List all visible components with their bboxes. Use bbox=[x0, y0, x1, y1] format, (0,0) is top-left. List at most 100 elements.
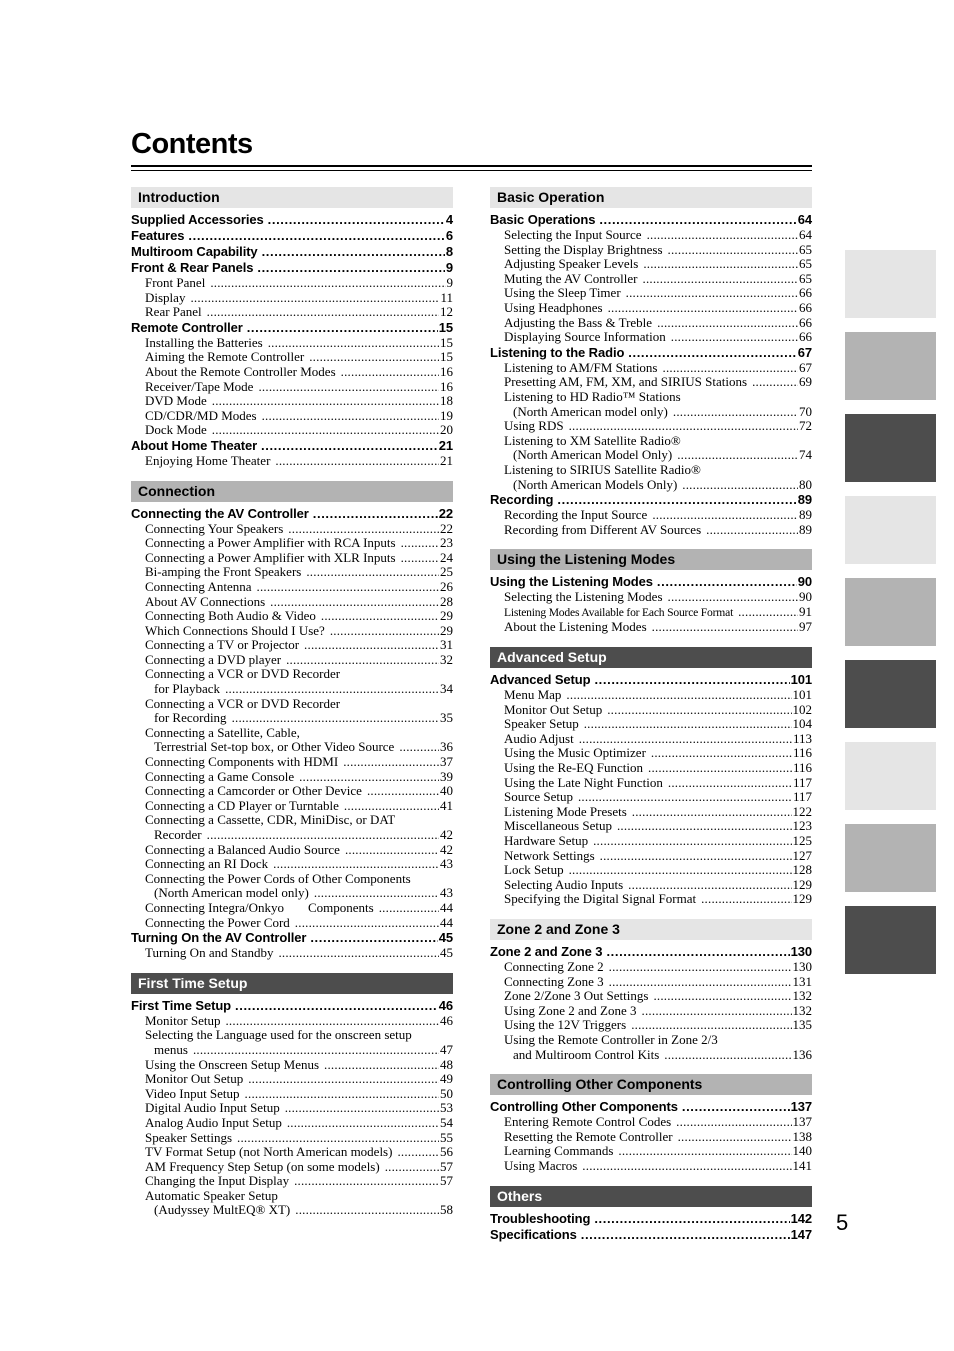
toc-subentry[interactable]: Using Macros 141 bbox=[490, 1158, 812, 1174]
toc-subentry[interactable]: Turning On and Standby 45 bbox=[131, 946, 453, 961]
toc-subentry[interactable]: Muting the AV Controller 65 bbox=[490, 271, 812, 287]
toc-subentry[interactable]: Listening Mode Presets 122 bbox=[490, 804, 812, 820]
toc-subentry[interactable]: Network Settings 127 bbox=[490, 848, 812, 864]
toc-subentry[interactable]: Adjusting the Bass & Treble 66 bbox=[490, 315, 812, 331]
toc-subentry[interactable]: Learning Commands 140 bbox=[490, 1144, 812, 1159]
toc-subentry[interactable]: Dock Mode 20 bbox=[131, 423, 453, 438]
toc-subentry[interactable]: Source Setup 117 bbox=[490, 790, 812, 805]
toc-subentry[interactable]: Zone 2/Zone 3 Out Settings 132 bbox=[490, 989, 812, 1004]
toc-subentry[interactable]: menus 47 bbox=[131, 1042, 453, 1058]
toc-chapter-entry[interactable]: Listening to the Radio 67 bbox=[490, 345, 812, 361]
toc-subentry[interactable]: Receiver/Tape Mode 16 bbox=[131, 379, 453, 395]
toc-subentry[interactable]: Changing the Input Display 57 bbox=[131, 1174, 453, 1189]
toc-subentry[interactable]: About AV Connections 28 bbox=[131, 594, 453, 610]
toc-chapter-entry[interactable]: Features 6 bbox=[131, 228, 453, 244]
toc-subentry[interactable]: Digital Audio Input Setup 53 bbox=[131, 1101, 453, 1116]
toc-chapter-entry[interactable]: Advanced Setup 101 bbox=[490, 672, 812, 688]
toc-subentry[interactable]: Menu Map 101 bbox=[490, 687, 812, 703]
toc-subentry[interactable]: CD/CDR/MD Modes 19 bbox=[131, 408, 453, 424]
toc-subentry[interactable]: Connecting Antenna 26 bbox=[131, 579, 453, 595]
toc-subentry[interactable]: Using Headphones 66 bbox=[490, 300, 812, 316]
toc-subentry[interactable]: Connecting an RI Dock 43 bbox=[131, 857, 453, 872]
toc-subentry[interactable]: (North American model only) 43 bbox=[131, 886, 453, 901]
toc-subentry[interactable]: Connecting Both Audio & Video 29 bbox=[131, 608, 453, 624]
toc-subentry[interactable]: Which Connections Should I Use? 29 bbox=[131, 623, 453, 639]
toc-subentry[interactable]: Connecting the Power Cord 44 bbox=[131, 915, 453, 931]
chapter-tab[interactable] bbox=[845, 332, 936, 400]
toc-subentry[interactable]: Monitor Out Setup 102 bbox=[490, 702, 812, 718]
toc-subentry[interactable]: Recorder 42 bbox=[131, 827, 453, 843]
chapter-tab[interactable] bbox=[845, 824, 936, 892]
toc-subentry[interactable]: Terrestrial Set-top box, or Other Video … bbox=[131, 740, 453, 755]
toc-subentry[interactable]: Recording from Different AV Sources 89 bbox=[490, 522, 812, 538]
toc-subentry[interactable]: Using the Music Optimizer 116 bbox=[490, 746, 812, 761]
toc-chapter-entry[interactable]: Recording 89 bbox=[490, 492, 812, 508]
toc-subentry[interactable]: Specifying the Digital Signal Format 129 bbox=[490, 892, 812, 907]
toc-subentry[interactable]: Adjusting Speaker Levels 65 bbox=[490, 257, 812, 272]
toc-subentry[interactable]: Hardware Setup 125 bbox=[490, 833, 812, 849]
toc-subentry[interactable]: Audio Adjust 113 bbox=[490, 731, 812, 747]
toc-subentry[interactable]: Rear Panel 12 bbox=[131, 305, 453, 320]
toc-chapter-entry[interactable]: Connecting the AV Controller 22 bbox=[131, 506, 453, 522]
chapter-tab[interactable] bbox=[845, 496, 936, 564]
toc-chapter-entry[interactable]: Basic Operations 64 bbox=[490, 212, 812, 228]
chapter-tab[interactable] bbox=[845, 906, 936, 974]
toc-subentry[interactable]: About the Remote Controller Modes 16 bbox=[131, 364, 453, 380]
toc-subentry[interactable]: Connecting a Power Amplifier with RCA In… bbox=[131, 536, 453, 551]
toc-subentry[interactable]: Bi-amping the Front Speakers 25 bbox=[131, 565, 453, 580]
toc-subentry[interactable]: Connecting a Camcorder or Other Device 40 bbox=[131, 784, 453, 799]
toc-subentry[interactable]: TV Format Setup (not North American mode… bbox=[131, 1144, 453, 1160]
toc-subentry[interactable]: Using Zone 2 and Zone 3 132 bbox=[490, 1003, 812, 1019]
toc-chapter-entry[interactable]: Specifications 147 bbox=[490, 1227, 812, 1243]
toc-chapter-entry[interactable]: Using the Listening Modes 90 bbox=[490, 574, 812, 590]
chapter-tab[interactable] bbox=[845, 578, 936, 646]
toc-subentry[interactable]: Recording the Input Source 89 bbox=[490, 507, 812, 523]
chapter-tab[interactable] bbox=[845, 250, 936, 318]
toc-subentry[interactable]: Presetting AM, FM, XM, and SIRIUS Statio… bbox=[490, 375, 812, 390]
toc-subentry[interactable]: Monitor Setup 46 bbox=[131, 1013, 453, 1029]
toc-subentry[interactable]: and Multiroom Control Kits 136 bbox=[490, 1047, 812, 1063]
toc-subentry[interactable]: Selecting the Input Source 64 bbox=[490, 227, 812, 243]
toc-subentry[interactable]: Lock Setup 128 bbox=[490, 863, 812, 878]
toc-subentry[interactable]: Connecting a DVD player 32 bbox=[131, 652, 453, 668]
toc-subentry[interactable]: Setting the Display Brightness 65 bbox=[490, 242, 812, 258]
toc-subentry[interactable]: Using the Re-EQ Function 116 bbox=[490, 760, 812, 776]
toc-subentry[interactable]: Connecting a Balanced Audio Source 42 bbox=[131, 842, 453, 858]
toc-subentry[interactable]: About the Listening Modes 97 bbox=[490, 620, 812, 635]
toc-chapter-entry[interactable]: Front & Rear Panels 9 bbox=[131, 260, 453, 276]
toc-subentry[interactable]: Miscellaneous Setup 123 bbox=[490, 819, 812, 834]
toc-subentry[interactable]: Connecting Your Speakers 22 bbox=[131, 521, 453, 537]
toc-subentry[interactable]: Entering Remote Control Codes 137 bbox=[490, 1115, 812, 1130]
toc-subentry[interactable]: Using the Onscreen Setup Menus 48 bbox=[131, 1057, 453, 1073]
toc-subentry[interactable]: for Playback 34 bbox=[131, 681, 453, 697]
toc-chapter-entry[interactable]: Zone 2 and Zone 3 130 bbox=[490, 944, 812, 960]
toc-subentry[interactable]: Listening Modes Available for Each Sourc… bbox=[490, 604, 812, 621]
toc-subentry[interactable]: Using the 12V Triggers 135 bbox=[490, 1018, 812, 1033]
toc-chapter-entry[interactable]: Troubleshooting 142 bbox=[490, 1211, 812, 1227]
toc-subentry[interactable]: (North American Model Only) 74 bbox=[490, 448, 812, 463]
toc-subentry[interactable]: (Audyssey MultEQ® XT) 58 bbox=[131, 1203, 453, 1218]
toc-subentry[interactable]: Connecting Integra/Onkyo Components 44 bbox=[131, 900, 453, 916]
toc-subentry[interactable]: Using the Late Night Function 117 bbox=[490, 775, 812, 791]
toc-subentry[interactable]: Listening to AM/FM Stations 67 bbox=[490, 360, 812, 376]
toc-subentry[interactable]: Enjoying Home Theater 21 bbox=[131, 453, 453, 469]
toc-subentry[interactable]: Connecting Zone 2 130 bbox=[490, 959, 812, 975]
toc-subentry[interactable]: (North American model only) 70 bbox=[490, 404, 812, 420]
toc-subentry[interactable]: AM Frequency Step Setup (on some models)… bbox=[131, 1159, 453, 1175]
toc-subentry[interactable]: Resetting the Remote Controller 138 bbox=[490, 1129, 812, 1145]
toc-subentry[interactable]: Speaker Settings 55 bbox=[131, 1130, 453, 1146]
toc-chapter-entry[interactable]: About Home Theater 21 bbox=[131, 438, 453, 454]
toc-subentry[interactable]: Connecting a CD Player or Turntable 41 bbox=[131, 798, 453, 814]
toc-subentry[interactable]: Connecting a Power Amplifier with XLR In… bbox=[131, 550, 453, 566]
toc-subentry[interactable]: Video Input Setup 50 bbox=[131, 1086, 453, 1102]
toc-subentry[interactable]: Connecting Zone 3 131 bbox=[490, 974, 812, 990]
toc-subentry[interactable]: Connecting a TV or Projector 31 bbox=[131, 638, 453, 653]
toc-subentry[interactable]: Selecting Audio Inputs 129 bbox=[490, 877, 812, 893]
chapter-tab[interactable] bbox=[845, 414, 936, 482]
toc-subentry[interactable]: Selecting the Listening Modes 90 bbox=[490, 590, 812, 605]
toc-subentry[interactable]: Installing the Batteries 15 bbox=[131, 335, 453, 351]
toc-chapter-entry[interactable]: Controlling Other Components 137 bbox=[490, 1099, 812, 1115]
toc-subentry[interactable]: DVD Mode 18 bbox=[131, 394, 453, 409]
toc-subentry[interactable]: (North American Models Only) 80 bbox=[490, 477, 812, 493]
toc-subentry[interactable]: Using RDS 72 bbox=[490, 419, 812, 434]
